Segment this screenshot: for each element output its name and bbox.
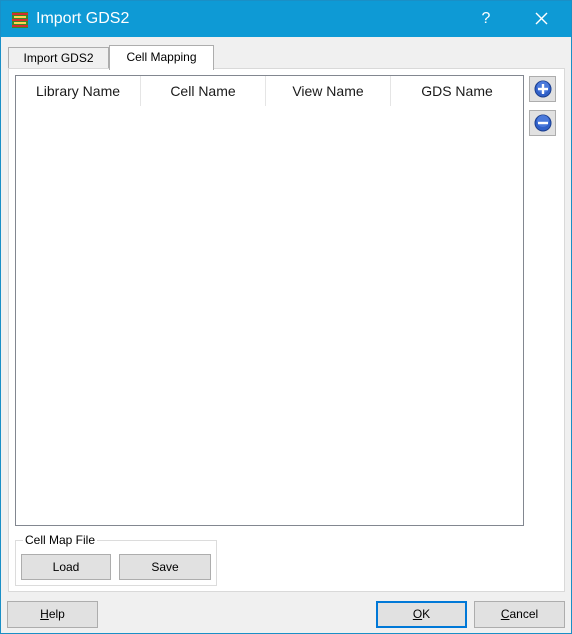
ok-mnemonic: O <box>412 607 423 621</box>
plus-circle-icon <box>534 80 552 98</box>
chip-icon <box>11 11 29 29</box>
tab-import-gds2[interactable]: Import GDS2 <box>8 47 109 68</box>
tab-cell-mapping[interactable]: Cell Mapping <box>109 45 214 70</box>
cell-map-file-title: Cell Map File <box>23 533 98 547</box>
column-header-view-name[interactable]: View Name <box>266 76 391 106</box>
title-bar: Import GDS2 ? <box>1 1 571 37</box>
column-header-gds-name[interactable]: GDS Name <box>391 76 523 106</box>
ok-button[interactable]: OK <box>376 601 467 628</box>
load-button[interactable]: Load <box>21 554 111 580</box>
column-header-library-name[interactable]: Library Name <box>16 76 141 106</box>
help-button[interactable]: Help <box>7 601 98 628</box>
ok-label-rest: K <box>422 607 431 621</box>
help-mnemonic: H <box>40 607 49 621</box>
import-gds2-dialog: Import GDS2 ? Import GDS2 Cell Mapping L… <box>0 0 572 634</box>
column-header-cell-name[interactable]: Cell Name <box>141 76 266 106</box>
cell-mapping-panel: Library Name Cell Name View Name GDS Nam… <box>8 68 565 592</box>
close-icon <box>535 12 548 25</box>
cell-mapping-table[interactable]: Library Name Cell Name View Name GDS Nam… <box>15 75 524 526</box>
window-title: Import GDS2 <box>36 10 130 27</box>
cancel-label-rest: ancel <box>509 607 539 621</box>
cancel-button[interactable]: Cancel <box>474 601 565 628</box>
table-header: Library Name Cell Name View Name GDS Nam… <box>16 76 523 106</box>
help-label-rest: elp <box>48 607 65 621</box>
minus-circle-icon <box>534 114 552 132</box>
close-button[interactable] <box>529 8 553 30</box>
remove-row-button[interactable] <box>529 110 556 136</box>
add-row-button[interactable] <box>529 76 556 102</box>
help-title-button[interactable]: ? <box>476 8 496 30</box>
save-button[interactable]: Save <box>119 554 211 580</box>
